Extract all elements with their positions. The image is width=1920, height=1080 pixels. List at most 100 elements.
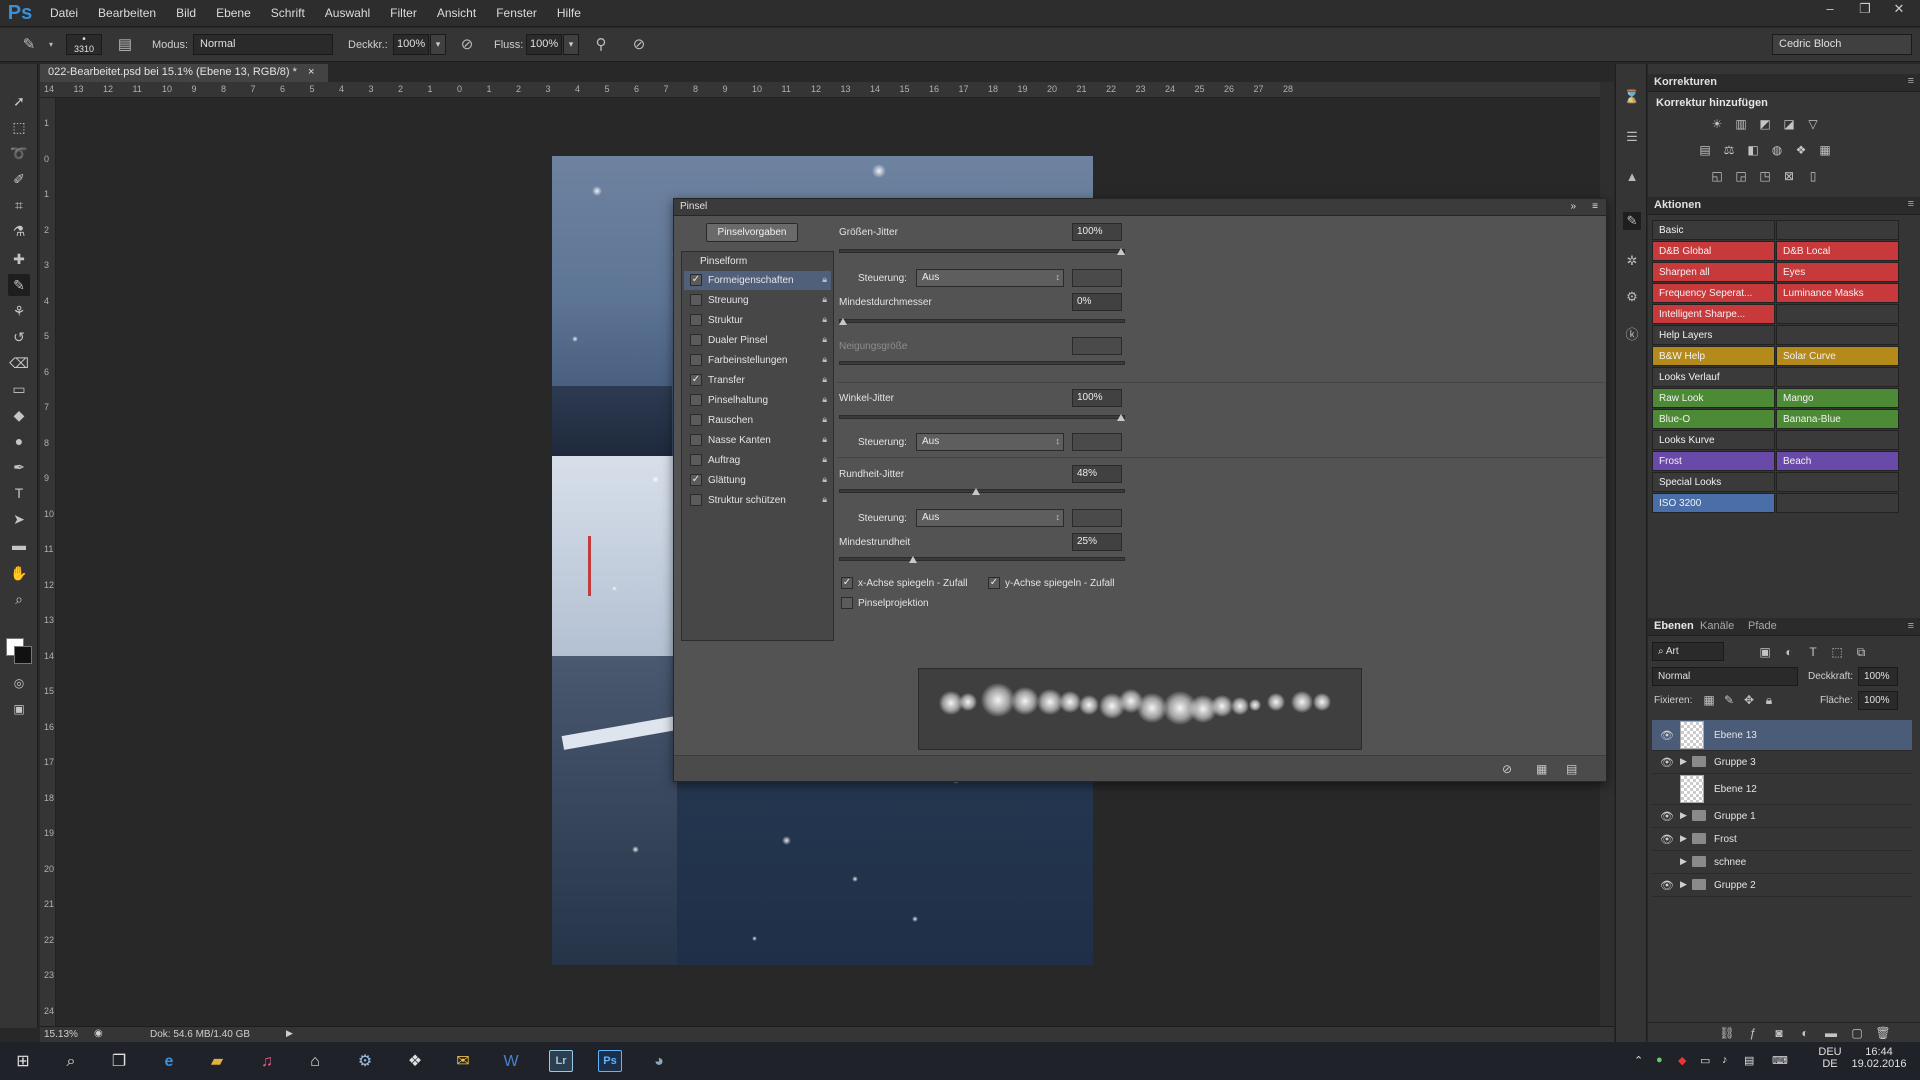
brush-setting-checkbox[interactable] <box>690 414 702 426</box>
min-diameter-slider[interactable] <box>839 318 1125 325</box>
layer-row[interactable]: 👁︎ Ebene 13 <box>1652 720 1912 751</box>
tray-notification-icon[interactable]: ▤ <box>1744 1054 1754 1067</box>
clock[interactable]: 16:44 19.02.2016 <box>1846 1046 1912 1070</box>
flow-field[interactable]: 100% <box>526 34 562 55</box>
angle-jitter-slider[interactable] <box>839 414 1125 421</box>
layer-filter-select[interactable]: ⌕ Art <box>1652 642 1724 661</box>
action-button[interactable] <box>1776 430 1899 450</box>
tray-up-icon[interactable]: ⌃ <box>1634 1054 1643 1067</box>
minimize-button[interactable]: – <box>1815 0 1845 20</box>
brush-setting-checkbox[interactable]: ✓ <box>690 474 702 486</box>
layer-row[interactable]: ▶ schnee <box>1652 851 1912 874</box>
history-brush-tool-icon[interactable]: ↺ <box>8 326 30 348</box>
lock-position-icon[interactable]: ✥ <box>1740 692 1758 708</box>
brush-setting-6[interactable]: Pinselhaltung 🔒︎ <box>684 391 831 410</box>
hand-tool-icon[interactable]: ✋ <box>8 562 30 584</box>
steam-icon[interactable]: ⚙ <box>354 1051 376 1073</box>
lock-icon[interactable]: 🔒︎ <box>822 414 827 425</box>
lock-icon[interactable]: 🔒︎ <box>822 474 827 485</box>
opacity-dropdown-icon[interactable]: ▾ <box>430 34 446 55</box>
filter-adjustment-icon[interactable]: ◐ <box>1780 644 1798 660</box>
threshold-icon[interactable]: ◳ <box>1756 168 1774 184</box>
expand-arrow-icon[interactable]: ▶ <box>1680 856 1687 867</box>
channels-panel-icon[interactable]: ⚙ <box>1623 288 1641 306</box>
marquee-tool-icon[interactable]: ⬚ <box>8 116 30 138</box>
fill-field[interactable]: 100% <box>1858 691 1898 710</box>
visibility-eye-icon[interactable]: 👁︎ <box>1660 729 1674 743</box>
collapse-icon[interactable]: » <box>1570 201 1576 212</box>
move-tool-icon[interactable]: ➚ <box>8 90 30 112</box>
menu-filter[interactable]: Filter <box>380 0 427 27</box>
action-button[interactable]: Mango <box>1776 388 1899 408</box>
lock-icon[interactable]: 🔒︎ <box>822 394 827 405</box>
lock-icon[interactable]: 🔒︎ <box>822 354 827 365</box>
filter-pixel-icon[interactable]: ▣ <box>1756 644 1774 660</box>
brush-grid-icon[interactable]: ▦ <box>1536 762 1547 776</box>
language-indicator[interactable]: DEU DE <box>1816 1046 1844 1070</box>
tray-volume-icon[interactable]: ♪ <box>1722 1054 1728 1066</box>
itunes-icon[interactable]: ♫ <box>256 1051 278 1073</box>
gradient-map-icon[interactable]: ▯ <box>1804 168 1822 184</box>
tray-wifi-icon[interactable]: ▭ <box>1700 1054 1710 1067</box>
brush-setting-checkbox[interactable] <box>690 354 702 366</box>
ku-panel-icon[interactable]: ⓚ <box>1623 326 1641 344</box>
action-button[interactable]: Frequency Seperat... <box>1652 283 1775 303</box>
dodge-tool-icon[interactable]: ● <box>8 430 30 452</box>
new-preset-icon[interactable]: ▤ <box>1566 762 1577 776</box>
menu-hilfe[interactable]: Hilfe <box>547 0 591 27</box>
filter-smart-icon[interactable]: ⧉ <box>1852 644 1870 660</box>
action-button[interactable] <box>1776 367 1899 387</box>
brush-setting-1[interactable]: Streuung 🔒︎ <box>684 291 831 310</box>
new-layer-icon[interactable]: ▢ <box>1848 1025 1866 1041</box>
angle-jitter-field[interactable]: 100% <box>1072 389 1122 407</box>
angle-jitter-thumb[interactable] <box>1117 414 1125 421</box>
lock-transparent-icon[interactable]: ▦ <box>1700 692 1718 708</box>
lock-icon[interactable]: 🔒︎ <box>822 294 827 305</box>
document-close-icon[interactable]: × <box>308 66 314 78</box>
lock-icon[interactable]: 🔒︎ <box>822 454 827 465</box>
hue-icon[interactable]: ▤ <box>1696 142 1714 158</box>
document-tab[interactable]: 022-Bearbeitet.psd bei 15.1% (Ebene 13, … <box>40 64 328 82</box>
brush-setting-checkbox[interactable]: ✓ <box>690 274 702 286</box>
adjustments-menu-icon[interactable]: ≡ <box>1908 75 1914 87</box>
size-jitter-slider[interactable] <box>839 248 1125 255</box>
visibility-eye-icon[interactable]: 👁︎ <box>1660 756 1674 770</box>
photo-filter-icon[interactable]: ◍ <box>1768 142 1786 158</box>
min-roundness-thumb[interactable] <box>908 556 917 563</box>
flip-x-checkbox[interactable]: ✓ <box>841 577 853 589</box>
history-panel-icon[interactable]: ⌛ <box>1623 88 1641 106</box>
actions-menu-icon[interactable]: ≡ <box>1908 198 1914 210</box>
lock-icon[interactable]: 🔒︎ <box>822 334 827 345</box>
file-explorer-icon[interactable]: ▰ <box>206 1051 228 1073</box>
roundness-control-select[interactable]: Aus <box>916 509 1064 527</box>
size-control-select[interactable]: Aus <box>916 269 1064 287</box>
brightness-icon[interactable]: ☀ <box>1708 116 1726 132</box>
photoshop-app[interactable]: Ps <box>598 1050 622 1072</box>
quick-select-tool-icon[interactable]: ✐ <box>8 168 30 190</box>
brush-setting-10[interactable]: ✓ Glättung 🔒︎ <box>684 471 831 490</box>
background-color-swatch[interactable] <box>14 646 32 664</box>
brush-setting-checkbox[interactable] <box>690 334 702 346</box>
action-button[interactable] <box>1776 472 1899 492</box>
color-balance-icon[interactable]: ⚖ <box>1720 142 1738 158</box>
lock-icon[interactable]: 🔒︎ <box>822 274 827 285</box>
brush-setting-4[interactable]: Farbeinstellungen 🔒︎ <box>684 351 831 370</box>
action-button[interactable]: Frost <box>1652 451 1775 471</box>
link-layers-icon[interactable]: ⛓ <box>1718 1025 1736 1041</box>
restore-button[interactable]: ❐ <box>1850 0 1880 20</box>
action-button[interactable]: Luminance Masks <box>1776 283 1899 303</box>
brush-setting-checkbox[interactable] <box>690 454 702 466</box>
menu-ebene[interactable]: Ebene <box>206 0 261 27</box>
crop-tool-icon[interactable]: ⌗ <box>8 194 30 216</box>
layer-row[interactable]: 👁︎ ▶ Gruppe 3 <box>1652 751 1912 774</box>
min-diameter-thumb[interactable] <box>839 318 847 325</box>
search-icon[interactable]: ⌕ <box>60 1051 82 1073</box>
tool-preset-arrow-icon[interactable]: ▾ <box>42 36 60 54</box>
action-button[interactable] <box>1776 220 1899 240</box>
curves-icon[interactable]: ◩ <box>1756 116 1774 132</box>
filter-shape-icon[interactable]: ⬚ <box>1828 644 1846 660</box>
expand-arrow-icon[interactable]: ▶ <box>1680 833 1687 844</box>
brush-setting-0[interactable]: ✓ Formeigenschaften 🔒︎ <box>684 271 831 290</box>
visibility-eye-icon[interactable] <box>1660 783 1674 797</box>
action-button[interactable]: Looks Kurve <box>1652 430 1775 450</box>
